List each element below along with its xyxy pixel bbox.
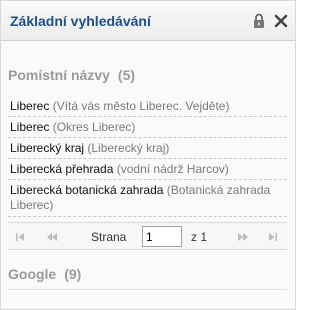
result-detail: (vodní nádrž Harcov): [116, 162, 229, 176]
section-header-places[interactable]: Pomístní názvy (5): [8, 67, 135, 83]
panel-title: Základní vyhledávání: [10, 13, 151, 29]
result-name: Liberecký kraj: [10, 141, 85, 155]
pagination-bar: Strana z 1: [8, 222, 287, 250]
page-total: z 1: [191, 230, 208, 244]
section-label: Pomístní názvy: [8, 67, 110, 83]
lock-icon[interactable]: [252, 13, 266, 29]
divider: [8, 289, 287, 290]
search-panel: Základní vyhledávání Pomístní názvy (5) L…: [0, 0, 296, 310]
page-number-input[interactable]: [142, 226, 182, 247]
list-item[interactable]: Liberec (Okres Liberec): [8, 117, 287, 138]
list-item[interactable]: Liberecký kraj (Liberecký kraj): [8, 138, 287, 159]
section-count: (5): [117, 67, 136, 83]
page-label: Strana: [91, 230, 127, 244]
next-page-icon[interactable]: [236, 232, 250, 242]
list-item[interactable]: Liberec (Vítá vás město Liberec. Vejděte…: [8, 96, 287, 117]
first-page-icon[interactable]: [14, 232, 28, 242]
result-detail: (Vítá vás město Liberec. Vejděte): [52, 99, 230, 113]
section-label: Google: [8, 266, 57, 282]
list-item[interactable]: Liberecká přehrada (vodní nádrž Harcov): [8, 159, 287, 180]
list-item[interactable]: Liberecká botanická zahrada (Botanická z…: [8, 180, 287, 217]
section-count: (9): [64, 266, 82, 282]
results-list: Liberec (Vítá vás město Liberec. Vejděte…: [8, 96, 287, 217]
last-page-icon[interactable]: [265, 232, 279, 242]
result-name: Liberec: [10, 99, 50, 113]
prev-page-icon[interactable]: [45, 232, 59, 242]
panel-header: Základní vyhledávání: [1, 1, 295, 41]
result-name: Liberecká botanická zahrada: [10, 183, 164, 197]
result-detail: (Liberecký kraj): [87, 141, 170, 155]
result-name: Liberecká přehrada: [10, 162, 114, 176]
close-icon[interactable]: [274, 13, 288, 29]
result-detail: (Okres Liberec): [52, 120, 136, 134]
section-header-google[interactable]: Google (9): [8, 266, 81, 282]
result-name: Liberec: [10, 120, 50, 134]
